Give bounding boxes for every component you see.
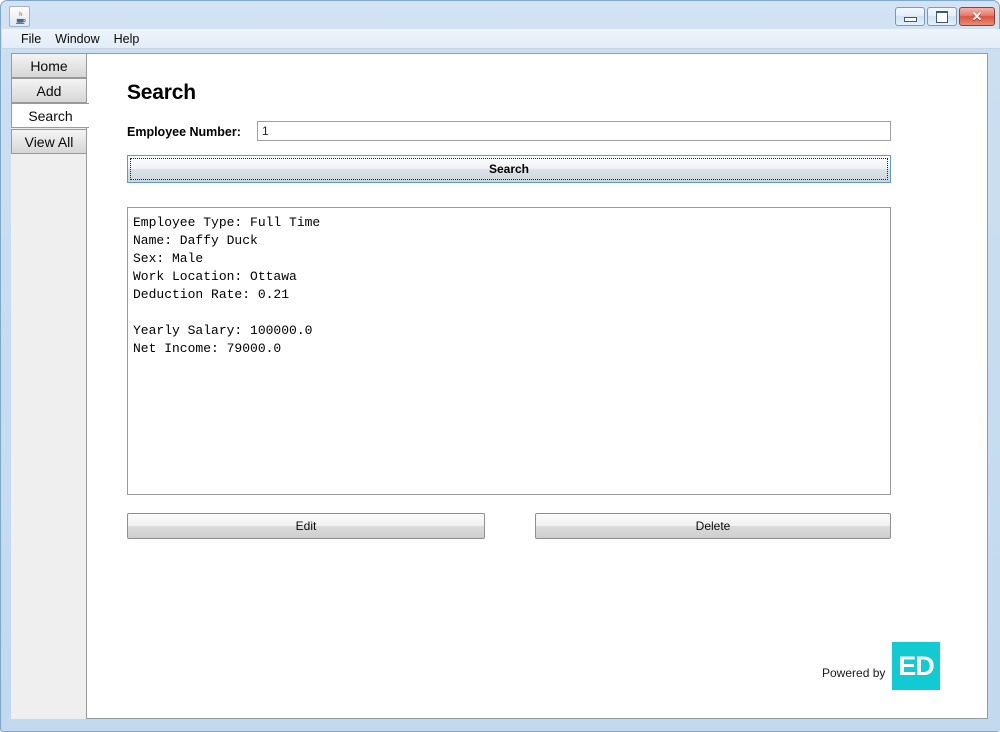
tab-view-all-label: View All (24, 133, 74, 150)
powered-by-label: Powered by (822, 666, 886, 680)
application-window: ✕ File Window Help Home Add Search View … (0, 0, 1000, 732)
tab-strip: Home Add Search View All (11, 53, 89, 719)
close-glyph: ✕ (971, 9, 983, 24)
employee-number-input[interactable] (257, 121, 891, 141)
tabbed-pane: Home Add Search View All Search Employee… (2, 49, 1000, 731)
employee-number-label: Employee Number: (127, 125, 241, 139)
search-button[interactable]: Search (127, 155, 891, 183)
close-button[interactable]: ✕ (959, 7, 995, 26)
search-panel: Search Employee Number: Search Employee … (87, 53, 988, 719)
delete-button-label: Delete (695, 519, 731, 533)
edit-button-label: Edit (295, 519, 317, 533)
menu-item-help[interactable]: Help (107, 31, 147, 47)
tab-home[interactable]: Home (11, 53, 87, 78)
menu-bar: File Window Help (2, 29, 1000, 49)
tab-home-label: Home (30, 57, 68, 74)
search-result-textarea[interactable]: Employee Type: Full Time Name: Daffy Duc… (127, 207, 891, 495)
delete-button[interactable]: Delete (535, 513, 891, 539)
minimize-button[interactable] (895, 7, 925, 26)
tab-view-all[interactable]: View All (11, 129, 87, 154)
brand-logo: ED (892, 642, 940, 690)
title-bar: ✕ (2, 2, 1000, 29)
java-coffee-cup-icon (9, 6, 30, 27)
page-title: Search (127, 81, 196, 104)
search-button-label: Search (488, 162, 530, 176)
maximize-button[interactable] (927, 7, 957, 26)
menu-item-file[interactable]: File (14, 31, 48, 47)
brand-logo-text: ED (898, 650, 935, 681)
edit-button[interactable]: Edit (127, 513, 485, 539)
tab-add[interactable]: Add (11, 78, 87, 103)
menu-item-window[interactable]: Window (48, 31, 106, 47)
minimize-icon (896, 8, 924, 25)
close-icon: ✕ (960, 8, 994, 25)
maximize-icon (928, 8, 956, 25)
tab-search[interactable]: Search (11, 103, 89, 128)
tab-search-label: Search (28, 107, 73, 124)
tab-add-label: Add (36, 82, 62, 99)
